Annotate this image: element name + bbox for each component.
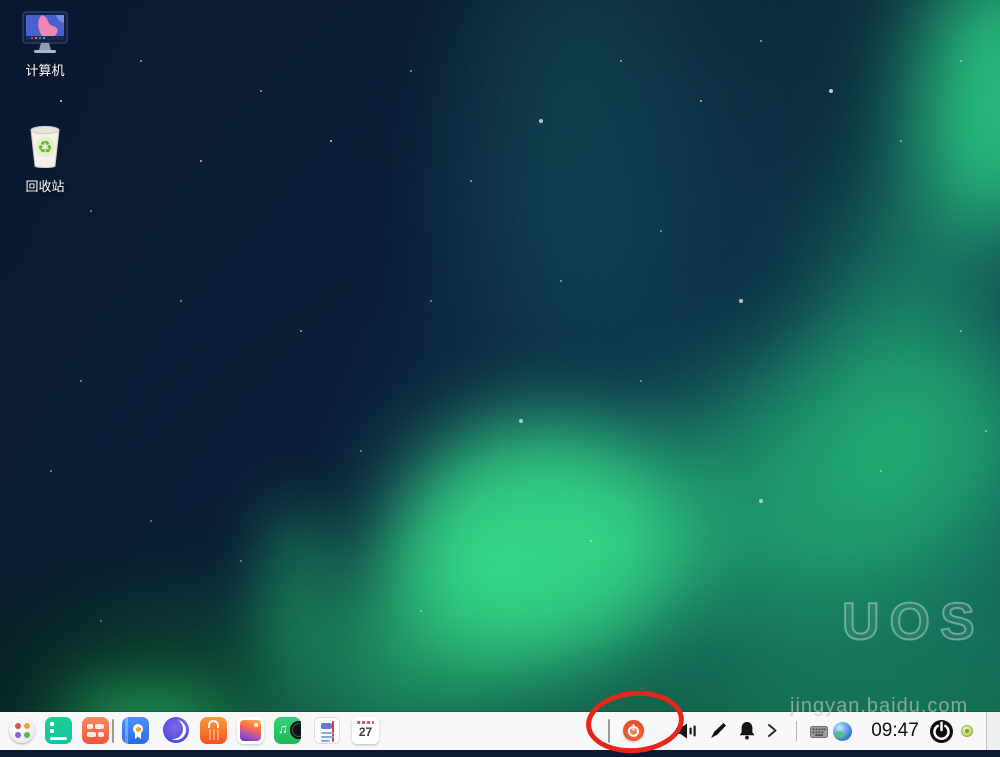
screenshot-pen-icon (711, 723, 726, 738)
app-store-icon (200, 717, 227, 744)
document-icon (314, 717, 340, 744)
dock-album-button[interactable] (237, 717, 264, 744)
dock-document-button[interactable] (314, 717, 340, 744)
calendar-icon: 27 (352, 717, 379, 744)
tray-status-dot[interactable] (961, 725, 973, 737)
dock-separator (608, 719, 610, 743)
show-desktop-button[interactable] (986, 712, 1000, 750)
dock-app-store-button[interactable] (200, 717, 227, 744)
status-dot-icon (965, 729, 969, 733)
dock-browser-button[interactable] (163, 717, 189, 743)
star-field (0, 0, 2, 2)
launcher-icon (9, 717, 35, 743)
taskbar: ♫ 27 09:47 (0, 712, 1000, 750)
computer-icon (22, 11, 68, 53)
keyboard-layout-button[interactable] (810, 725, 828, 743)
desktop-icon-computer[interactable]: 计算机 (3, 10, 87, 80)
dock-board-button[interactable] (45, 717, 72, 744)
dock-app-grid-button[interactable] (82, 717, 109, 744)
volume-icon (676, 723, 696, 739)
power-button[interactable] (929, 719, 954, 749)
network-globe-button[interactable] (833, 722, 852, 741)
screenshot-pen-button[interactable] (710, 722, 727, 744)
power-icon (930, 720, 953, 743)
clock[interactable]: 09:47 (864, 720, 926, 742)
dock-separator (112, 719, 114, 743)
calendar-day: 27 (358, 725, 373, 739)
tray-separator (796, 721, 797, 741)
desktop-icon-label: 回收站 (25, 179, 65, 194)
keyboard-icon (810, 726, 828, 738)
tray-expand-button[interactable] (766, 723, 778, 743)
notification-bell-icon (739, 722, 755, 740)
board-icon (45, 717, 72, 744)
music-icon: ♫ (274, 717, 301, 744)
notifications-button[interactable] (738, 721, 756, 745)
svg-text:♻: ♻ (37, 138, 52, 158)
desktop-icon-label: 计算机 (25, 63, 65, 78)
dock-music-button[interactable]: ♫ (274, 717, 301, 744)
dock-calendar-button[interactable]: 27 (352, 717, 379, 744)
recycle-bin-icon: ♻ (30, 125, 60, 168)
dock-launcher-button[interactable] (9, 717, 35, 743)
browser-icon (163, 717, 189, 743)
volume-button[interactable] (675, 723, 697, 744)
chevron-right-icon (768, 724, 777, 737)
desktop-icon-recycle-bin[interactable]: ♻ 回收站 (3, 124, 87, 196)
app-grid-icon (82, 717, 109, 744)
uos-watermark: UOS (841, 592, 985, 652)
dock-manual-button[interactable] (122, 717, 149, 744)
album-icon (237, 717, 264, 744)
dock-shutdown-button[interactable] (623, 720, 644, 741)
globe-icon (835, 731, 844, 738)
